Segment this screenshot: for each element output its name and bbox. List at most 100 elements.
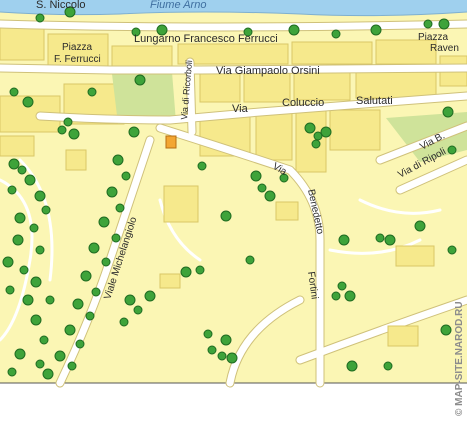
tree-icon [447,245,457,255]
tree-icon [124,294,136,306]
tree-icon [41,205,51,215]
tree-icon [245,255,255,265]
tree-icon [88,242,100,254]
tree-icon [226,352,238,364]
tree-icon [34,190,46,202]
tree-icon [14,348,26,360]
tree-icon [91,287,101,297]
tree-icon [346,360,358,372]
tree-icon [250,170,262,182]
label-river-arno: Fiume Arno [150,0,206,11]
tree-icon [447,145,457,155]
tree-icon [9,87,19,97]
tree-icon [440,324,452,336]
label-piazza-right: Piazza [418,32,448,43]
tree-icon [67,361,77,371]
tree-icon [121,171,131,181]
tree-icon [217,351,227,361]
tree-icon [220,210,232,222]
tree-icon [438,18,450,30]
tree-icon [331,29,341,39]
label-piazza-ferrucci: Piazza [62,42,92,53]
tree-icon [12,234,24,246]
tree-icon [35,359,45,369]
tree-icon [80,270,92,282]
label-salutati: Salutati [356,95,393,107]
tree-icon [101,257,111,267]
tree-icon [180,266,192,278]
tree-icon [203,329,213,339]
tree-icon [39,335,49,345]
tree-icon [64,324,76,336]
tree-icon [338,234,350,246]
tree-icon [442,106,454,118]
tree-icon [288,24,300,36]
tree-icon [384,234,396,246]
tree-icon [30,276,42,288]
tree-icon [133,305,143,315]
tree-icon [128,126,140,138]
tree-icon [35,245,45,255]
tree-icon [98,216,110,228]
tree-icon [68,128,80,140]
tree-icon [375,233,385,243]
tree-icon [320,126,332,138]
tree-icon [257,183,267,193]
tree-icon [119,317,129,327]
label-coluccio: Coluccio [282,97,324,109]
tree-icon [2,256,14,268]
tree-icon [30,314,42,326]
tree-icon [22,294,34,306]
tree-icon [331,291,341,301]
tree-icon [264,190,276,202]
tree-icon [87,87,97,97]
tree-icon [29,223,39,233]
tree-icon [24,174,36,186]
watermark: © MAP-SITE.NAROD.RU [454,301,465,416]
tree-icon [106,186,118,198]
tree-icon [22,96,34,108]
tree-icon [14,212,26,224]
tree-icon [383,361,393,371]
tree-icon [7,185,17,195]
label-via-coluccio-a: Via [232,103,249,115]
label-s-niccolo: S. Niccolo [36,0,86,11]
tree-icon [75,339,85,349]
tree-icon [220,334,232,346]
tree-icon [5,285,15,295]
tree-icon [344,290,356,302]
tree-icon [197,161,207,171]
label-lungarno: Lungarno Francesco Ferrucci [134,33,278,45]
tree-icon [144,290,156,302]
label-via-orsini: Via Giampaolo Orsini [216,65,320,77]
tree-icon [115,203,125,213]
tree-icon [112,154,124,166]
tree-icon [423,19,433,29]
tree-icon [45,295,55,305]
label-f-ferrucci: F. Ferrucci [54,54,101,65]
tree-icon [19,265,29,275]
tree-icon [85,311,95,321]
tree-icon [337,281,347,291]
tree-icon [370,24,382,36]
tree-icon [414,220,426,232]
tree-icon [8,158,20,170]
tree-icon [7,367,17,377]
map-margin [0,383,467,429]
tree-icon [304,122,316,134]
tree-icon [72,298,84,310]
poi-marker[interactable] [165,135,177,149]
tree-icon [311,139,321,149]
label-raven: Raven [430,43,459,54]
tree-icon [17,165,27,175]
tree-icon [35,13,45,23]
tree-icon [195,265,205,275]
tree-icon [42,368,54,380]
tree-icon [54,350,66,362]
tree-icon [111,233,121,243]
tree-icon [57,125,67,135]
tree-icon [134,74,146,86]
tree-icon [63,117,73,127]
map-canvas[interactable]: Fiume Arno S. Niccolo Piazza F. Ferrucci… [0,0,467,429]
tree-icon [207,345,217,355]
